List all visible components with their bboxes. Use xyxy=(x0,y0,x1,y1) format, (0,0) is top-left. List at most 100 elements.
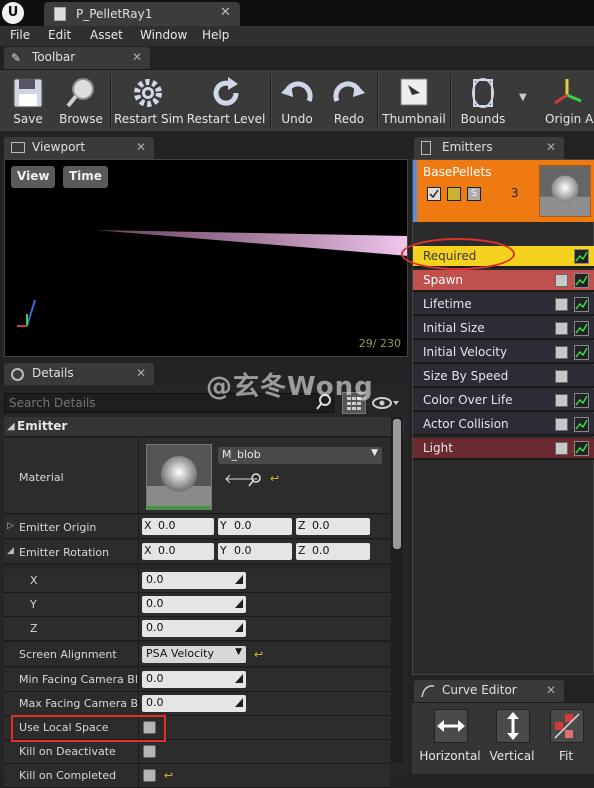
menu-asset[interactable]: Asset xyxy=(90,28,123,42)
expand-arrow-icon[interactable]: ▷ xyxy=(7,521,14,531)
column-splitter[interactable] xyxy=(138,692,139,715)
module-enable-checkbox[interactable] xyxy=(555,418,568,431)
menu-file[interactable]: File xyxy=(10,28,30,42)
module-enable-checkbox[interactable] xyxy=(555,322,568,335)
curve-graph-icon[interactable] xyxy=(574,345,589,360)
material-dropdown[interactable]: M_blob ▼ xyxy=(218,447,382,464)
solo-icon[interactable]: S xyxy=(467,187,481,201)
emitter-render-mode-icon[interactable] xyxy=(447,187,461,201)
undo-button[interactable]: Undo xyxy=(274,70,320,132)
close-icon[interactable]: ✕ xyxy=(546,140,556,154)
curve-graph-icon[interactable] xyxy=(574,273,589,288)
max-facing-input[interactable]: 0.0 xyxy=(142,695,246,712)
fit-button[interactable]: Fit xyxy=(538,707,594,767)
menu-window[interactable]: Window xyxy=(140,28,187,42)
column-splitter[interactable] xyxy=(138,540,139,563)
reset-to-default-icon[interactable]: ↩ xyxy=(164,769,173,782)
details-tab[interactable]: Details ✕ xyxy=(4,363,154,385)
details-scrollbar[interactable] xyxy=(391,417,403,763)
emitter-enable-checkbox[interactable] xyxy=(427,187,441,201)
menu-help[interactable]: Help xyxy=(202,28,229,42)
reset-to-default-icon[interactable]: ↩ xyxy=(270,472,279,485)
save-button[interactable]: Save xyxy=(2,70,54,132)
module-enable-checkbox[interactable] xyxy=(555,394,568,407)
curve-graph-icon[interactable] xyxy=(574,441,589,456)
module-initial-size[interactable]: Initial Size xyxy=(413,318,594,340)
material-thumbnail[interactable] xyxy=(146,444,212,510)
view-button[interactable]: View xyxy=(11,166,56,188)
column-splitter[interactable] xyxy=(138,668,139,691)
kill-on-deactivate-checkbox[interactable] xyxy=(143,745,156,758)
curve-graph-icon[interactable] xyxy=(574,297,589,312)
column-splitter[interactable] xyxy=(138,515,139,538)
origin-x-field[interactable]: X 0.0 xyxy=(142,518,214,535)
browse-button[interactable]: Browse xyxy=(56,70,106,132)
rotation-y-input[interactable]: 0.0 xyxy=(142,596,246,613)
rotation-x-input[interactable]: 0.0 xyxy=(142,572,246,589)
module-lifetime[interactable]: Lifetime xyxy=(413,294,594,316)
module-size-by-speed[interactable]: Size By Speed xyxy=(413,366,594,388)
emitter-category-header[interactable]: ◢ Emitter xyxy=(4,417,404,437)
curve-graph-icon[interactable] xyxy=(574,393,589,408)
module-actor-collision[interactable]: Actor Collision xyxy=(413,414,594,436)
curve-graph-icon[interactable] xyxy=(574,249,589,264)
unreal-logo-icon[interactable]: U xyxy=(2,2,24,24)
close-icon[interactable]: ✕ xyxy=(136,140,146,154)
viewport-canvas[interactable]: View Time 29/ 230 xyxy=(4,159,408,357)
module-spawn[interactable]: Spawn xyxy=(413,270,594,292)
curve-graph-icon[interactable] xyxy=(574,417,589,432)
column-splitter[interactable] xyxy=(138,617,139,640)
rotation-x-value: 0.0 xyxy=(158,544,176,557)
reset-to-default-icon[interactable]: ↩ xyxy=(254,648,263,661)
collapse-arrow-icon[interactable]: ◢ xyxy=(7,546,14,556)
module-light[interactable]: Light xyxy=(413,438,594,460)
close-icon[interactable]: ✕ xyxy=(546,683,556,697)
chevron-down-icon[interactable]: ▼ xyxy=(519,92,527,103)
curve-graph-icon[interactable] xyxy=(574,321,589,336)
screen-alignment-dropdown[interactable]: PSA Velocity ▼ xyxy=(142,646,246,663)
rotation-x-field[interactable]: X 0.0 xyxy=(142,543,214,560)
rotation-z-input[interactable]: 0.0 xyxy=(142,620,246,637)
column-splitter[interactable] xyxy=(138,593,139,616)
kill-on-completed-checkbox[interactable] xyxy=(143,769,156,782)
module-color-over-life[interactable]: Color Over Life xyxy=(413,390,594,412)
origin-z-field[interactable]: Z 0.0 xyxy=(296,518,370,535)
scrollbar-thumb[interactable] xyxy=(393,419,401,549)
emitters-tab[interactable]: Emitters ✕ xyxy=(414,137,564,159)
column-splitter[interactable] xyxy=(138,740,139,763)
view-options-button[interactable] xyxy=(370,392,402,414)
document-tab[interactable]: P_PelletRay1 ✕ xyxy=(44,2,240,26)
min-facing-input[interactable]: 0.0 xyxy=(142,671,246,688)
origin-axis-button[interactable]: Origin Axis xyxy=(540,70,594,132)
module-enable-checkbox[interactable] xyxy=(555,274,568,287)
thumbnail-button[interactable]: Thumbnail xyxy=(382,70,446,132)
time-button[interactable]: Time xyxy=(63,166,108,188)
rotation-z-field[interactable]: Z 0.0 xyxy=(296,543,370,560)
restart-sim-button[interactable]: Restart Sim xyxy=(114,70,184,132)
module-initial-velocity[interactable]: Initial Velocity xyxy=(413,342,594,364)
emitter-header[interactable]: BasePellets S 3 xyxy=(413,160,594,222)
module-label: Color Over Life xyxy=(423,393,513,407)
close-icon[interactable]: ✕ xyxy=(132,50,142,64)
column-splitter[interactable] xyxy=(138,643,139,666)
menu-edit[interactable]: Edit xyxy=(48,28,71,42)
module-enable-checkbox[interactable] xyxy=(555,442,568,455)
horizontal-fit-button[interactable]: Horizontal xyxy=(419,707,481,767)
module-enable-checkbox[interactable] xyxy=(555,346,568,359)
module-enable-checkbox[interactable] xyxy=(555,298,568,311)
module-enable-checkbox[interactable] xyxy=(555,370,568,383)
origin-y-field[interactable]: Y 0.0 xyxy=(218,518,292,535)
viewport-tab[interactable]: Viewport ✕ xyxy=(4,137,154,159)
bounds-button[interactable]: Bounds xyxy=(454,70,512,132)
close-icon[interactable]: ✕ xyxy=(220,5,231,20)
column-splitter[interactable] xyxy=(138,569,139,592)
curve-editor-tab[interactable]: Curve Editor ✕ xyxy=(414,680,564,702)
redo-button[interactable]: Redo xyxy=(326,70,372,132)
rotation-y-field[interactable]: Y 0.0 xyxy=(218,543,292,560)
toolbar-tab[interactable]: ✎ Toolbar ✕ xyxy=(4,47,150,69)
browse-magnifier-icon[interactable] xyxy=(248,473,262,487)
close-icon[interactable]: ✕ xyxy=(136,366,146,380)
column-splitter[interactable] xyxy=(138,764,139,787)
column-splitter[interactable] xyxy=(138,438,139,513)
restart-level-button[interactable]: Restart Level xyxy=(186,70,266,132)
